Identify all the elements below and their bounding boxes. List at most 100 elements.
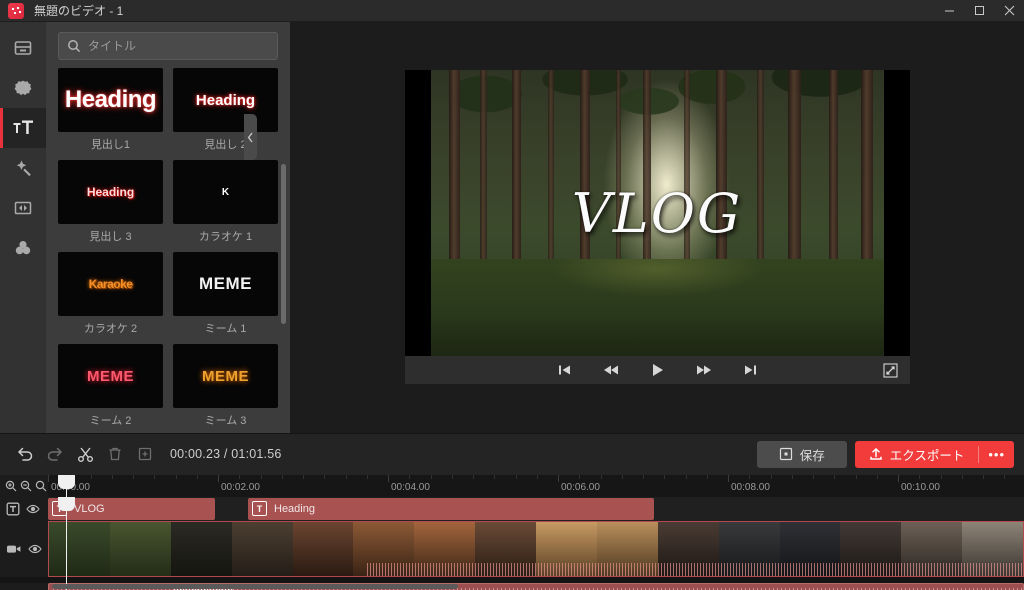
panel-scrollbar-thumb[interactable] bbox=[281, 164, 286, 324]
text-template-tile[interactable]: Karaoke カラオケ 2 bbox=[58, 252, 163, 338]
playhead-handle[interactable] bbox=[58, 474, 75, 497]
redo-icon[interactable] bbox=[40, 439, 70, 469]
app-logo-icon bbox=[8, 2, 24, 19]
export-more-button[interactable]: ••• bbox=[978, 445, 1014, 463]
video-canvas[interactable]: VLOG bbox=[404, 70, 910, 357]
ruler-tick bbox=[898, 474, 899, 482]
search-box[interactable] bbox=[58, 32, 278, 60]
skip-start-icon[interactable] bbox=[557, 364, 571, 376]
zoom-out-icon[interactable] bbox=[20, 480, 32, 492]
title-bar: 無題のビデオ - 1 bbox=[0, 0, 1024, 22]
close-button[interactable] bbox=[994, 0, 1024, 22]
audio-track-header bbox=[0, 582, 48, 590]
text-template-thumbnail[interactable]: Karaoke bbox=[58, 252, 163, 316]
sidebar-item-stickers[interactable] bbox=[0, 68, 46, 108]
text-clip-icon: T bbox=[252, 501, 267, 517]
undo-icon[interactable] bbox=[10, 439, 40, 469]
rewind-icon[interactable] bbox=[603, 364, 619, 376]
minimize-button[interactable] bbox=[934, 0, 964, 22]
ruler-label: 00:02.00 bbox=[221, 481, 260, 493]
text-template-preview: Heading bbox=[64, 86, 157, 113]
ruler-tick bbox=[218, 474, 219, 482]
ruler-minor-tick bbox=[154, 474, 156, 479]
ruler-minor-tick bbox=[919, 474, 921, 479]
crop-icon[interactable] bbox=[130, 439, 160, 469]
text-template-thumbnail[interactable]: MEME bbox=[58, 344, 163, 408]
search-bar bbox=[46, 22, 290, 68]
text-template-thumbnail[interactable]: MEME bbox=[173, 344, 278, 408]
video-clip-waveform bbox=[367, 562, 1023, 576]
text-template-preview: Karaoke bbox=[88, 277, 133, 291]
ruler-minor-tick bbox=[834, 474, 836, 479]
sidebar-item-filters[interactable] bbox=[0, 228, 46, 268]
sidebar-item-text[interactable] bbox=[0, 108, 46, 148]
ruler-minor-tick bbox=[600, 474, 602, 479]
maximize-button[interactable] bbox=[964, 0, 994, 22]
text-template-thumbnail[interactable]: MEME bbox=[173, 252, 278, 316]
skip-end-icon[interactable] bbox=[744, 364, 758, 376]
zoom-fit-icon[interactable] bbox=[35, 480, 47, 492]
play-icon[interactable] bbox=[651, 363, 664, 377]
text-template-tile[interactable]: Heading 見出し 2 bbox=[173, 68, 278, 154]
fast-forward-icon[interactable] bbox=[696, 364, 712, 376]
panel-collapse-handle[interactable] bbox=[244, 114, 257, 160]
zoom-in-icon[interactable] bbox=[5, 480, 17, 492]
export-button[interactable]: エクスポート ••• bbox=[854, 440, 1014, 468]
timeline-ruler[interactable]: 00:00.0000:02.0000:04.0000:06.0000:08.00… bbox=[48, 474, 1024, 497]
text-track-icon[interactable] bbox=[6, 502, 20, 516]
text-clip[interactable]: T Heading bbox=[248, 497, 654, 520]
ruler-minor-tick bbox=[1004, 474, 1006, 479]
eye-icon[interactable] bbox=[28, 544, 42, 554]
window-title: 無題のビデオ - 1 bbox=[34, 4, 124, 18]
text-template-tile[interactable]: K カラオケ 1 bbox=[173, 160, 278, 246]
ruler-minor-tick bbox=[515, 474, 517, 479]
text-template-preview: Heading bbox=[195, 91, 256, 109]
scissors-icon[interactable] bbox=[70, 439, 100, 469]
text-template-preview: Heading bbox=[86, 185, 135, 199]
text-track-body[interactable]: T VLOG T Heading bbox=[48, 496, 1024, 521]
timecode-display: 00:00.23 / 01:01.56 bbox=[170, 447, 282, 462]
text-template-thumbnail[interactable]: K bbox=[173, 160, 278, 224]
ruler-minor-tick bbox=[366, 474, 368, 479]
text-template-tile[interactable]: Heading 見出し 3 bbox=[58, 160, 163, 246]
timeline: 00:00.0000:02.0000:04.0000:06.0000:08.00… bbox=[0, 474, 1024, 590]
save-button[interactable]: 保存 bbox=[756, 440, 847, 468]
ground-layer bbox=[430, 259, 884, 357]
export-label-wrap[interactable]: エクスポート bbox=[855, 445, 979, 464]
ruler-minor-tick bbox=[494, 474, 496, 479]
text-clip-label: VLOG bbox=[74, 502, 105, 515]
text-template-label: ミーム 3 bbox=[204, 415, 247, 427]
ruler-minor-tick bbox=[770, 474, 772, 479]
ruler-minor-tick bbox=[324, 474, 326, 479]
video-clip[interactable] bbox=[48, 520, 1024, 577]
fullscreen-icon[interactable] bbox=[882, 363, 898, 378]
text-template-tile[interactable]: MEME ミーム 2 bbox=[58, 344, 163, 430]
video-track-body[interactable] bbox=[48, 520, 1024, 577]
video-track-icon[interactable] bbox=[6, 543, 22, 555]
ruler-tick bbox=[728, 474, 729, 482]
ruler-minor-tick bbox=[791, 474, 793, 479]
panel-scrollbar-track[interactable] bbox=[281, 72, 288, 427]
sidebar-item-media[interactable] bbox=[0, 28, 46, 68]
text-template-tile[interactable]: Heading 見出し1 bbox=[58, 68, 163, 154]
trash-icon[interactable] bbox=[100, 439, 130, 469]
sidebar-item-effects[interactable] bbox=[0, 148, 46, 188]
playhead[interactable] bbox=[58, 496, 75, 590]
text-track-header bbox=[0, 496, 48, 521]
search-input[interactable] bbox=[88, 39, 269, 53]
upload-icon bbox=[869, 447, 883, 461]
eye-icon[interactable] bbox=[26, 504, 40, 514]
timeline-zoom-controls bbox=[0, 474, 48, 497]
text-template-tile[interactable]: MEME ミーム 1 bbox=[173, 252, 278, 338]
sidebar-item-transitions[interactable] bbox=[0, 188, 46, 228]
text-template-thumbnail[interactable]: Heading bbox=[173, 68, 278, 132]
text-template-label: 見出し 2 bbox=[204, 139, 247, 151]
text-template-thumbnail[interactable]: Heading bbox=[58, 160, 163, 224]
timeline-horizontal-scrollbar[interactable] bbox=[52, 584, 458, 589]
ruler-tick bbox=[388, 474, 389, 482]
ruler-minor-tick bbox=[749, 474, 751, 479]
ruler-minor-tick bbox=[451, 474, 453, 479]
text-template-thumbnail[interactable]: Heading bbox=[58, 68, 163, 132]
ruler-minor-tick bbox=[430, 474, 432, 479]
text-template-tile[interactable]: MEME ミーム 3 bbox=[173, 344, 278, 430]
